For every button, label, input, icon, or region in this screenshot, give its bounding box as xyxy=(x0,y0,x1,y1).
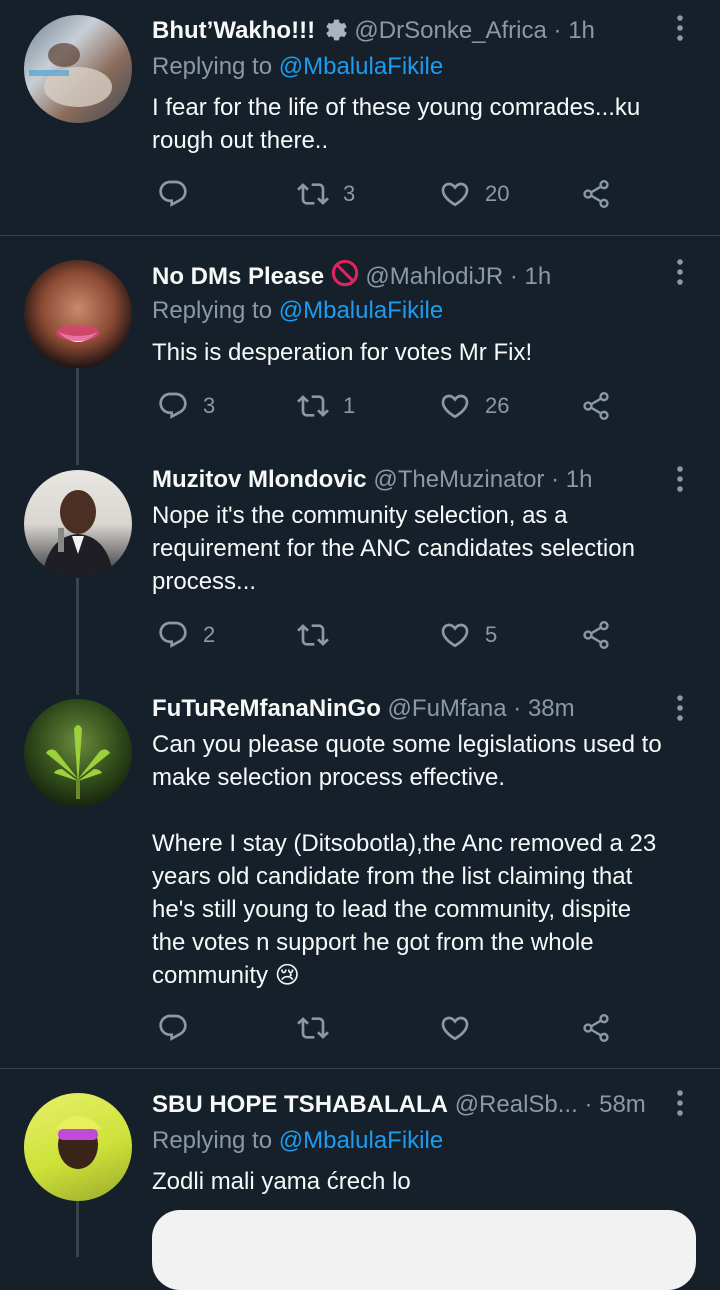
retweet-icon xyxy=(297,619,329,651)
tweet[interactable]: Muzitov Mlondovic @TheMuzinator · 1h Nop… xyxy=(0,455,720,685)
retweet-icon xyxy=(297,178,329,210)
like-button[interactable]: 26 xyxy=(439,386,509,426)
reply-icon xyxy=(157,390,189,422)
like-count: 20 xyxy=(485,181,510,206)
share-icon xyxy=(580,619,612,651)
reply-button[interactable]: 2 xyxy=(157,615,215,655)
tweet[interactable]: FuTuReMfanaNinGo @FuMfana · 38m Can you … xyxy=(0,684,720,1068)
heart-icon xyxy=(439,619,471,651)
reply-icon xyxy=(157,178,189,210)
author-name[interactable]: SBU HOPE TSHABALALA xyxy=(152,1091,448,1118)
author-handle[interactable]: @MahlodiJR xyxy=(365,263,503,290)
tweet-actions xyxy=(152,1008,622,1048)
retweet-button[interactable] xyxy=(297,615,343,655)
share-icon xyxy=(580,178,612,210)
tweet-actions: 3 1 26 xyxy=(152,386,622,426)
more-vertical-icon[interactable] xyxy=(670,257,690,287)
heart-icon xyxy=(439,1012,471,1044)
timestamp[interactable]: · 1h xyxy=(551,466,592,493)
author-handle[interactable]: @RealSb... xyxy=(455,1091,578,1118)
replying-prefix: Replying to xyxy=(152,1127,279,1154)
tweet[interactable]: Bhut’Wakho!!! @DrSonke_Africa · 1h Reply… xyxy=(0,0,720,235)
author-name[interactable]: FuTuReMfanaNinGo xyxy=(152,695,381,722)
heart-icon xyxy=(439,390,471,422)
retweet-button[interactable]: 1 xyxy=(297,386,355,426)
author-handle[interactable]: @TheMuzinator xyxy=(373,466,544,493)
reply-icon xyxy=(157,1012,189,1044)
reply-button[interactable]: 3 xyxy=(157,386,215,426)
mention-link[interactable]: @MbalulaFikile xyxy=(279,297,443,324)
more-vertical-icon[interactable] xyxy=(670,13,690,43)
avatar[interactable] xyxy=(24,699,132,807)
retweet-icon xyxy=(297,1012,329,1044)
more-vertical-icon[interactable] xyxy=(670,1088,690,1118)
replying-to: Replying to @MbalulaFikile xyxy=(152,296,443,326)
timestamp[interactable]: · 1h xyxy=(510,263,551,290)
avatar[interactable] xyxy=(24,1093,132,1201)
mention-link[interactable]: @MbalulaFikile xyxy=(279,1127,443,1154)
replying-to: Replying to @MbalulaFikile xyxy=(152,52,443,82)
like-count: 26 xyxy=(485,393,510,418)
author-name[interactable]: Bhut’Wakho!!! xyxy=(152,17,315,44)
author-handle[interactable]: @DrSonke_Africa xyxy=(354,17,546,44)
tweet-text: Nope it's the community selection, as a … xyxy=(152,502,635,595)
reply-button[interactable] xyxy=(157,1008,203,1048)
share-button[interactable] xyxy=(580,174,612,214)
heart-icon xyxy=(439,178,471,210)
more-vertical-icon[interactable] xyxy=(670,693,690,723)
avatar[interactable] xyxy=(24,15,132,123)
tweet-actions: 3 20 xyxy=(152,174,622,214)
reply-icon xyxy=(157,619,189,651)
replying-prefix: Replying to xyxy=(152,297,279,324)
mention-link[interactable]: @MbalulaFikile xyxy=(279,53,443,80)
share-button[interactable] xyxy=(580,1008,612,1048)
tweet-text: Can you please quote some legislations u… xyxy=(152,731,662,989)
author-name[interactable]: Muzitov Mlondovic xyxy=(152,466,367,493)
tweet-text: I fear for the life of these young comra… xyxy=(152,94,641,154)
reply-count: 2 xyxy=(203,622,216,647)
retweet-button[interactable] xyxy=(297,1008,343,1048)
share-icon xyxy=(580,1012,612,1044)
reply-button[interactable] xyxy=(157,174,203,214)
share-button[interactable] xyxy=(580,615,612,655)
tweet-text: This is desperation for votes Mr Fix! xyxy=(152,339,533,366)
like-count: 5 xyxy=(485,622,498,647)
like-button[interactable]: 20 xyxy=(439,174,509,214)
like-button[interactable] xyxy=(439,1008,485,1048)
share-icon xyxy=(580,390,612,422)
reply-count: 3 xyxy=(203,393,216,418)
author-handle[interactable]: @FuMfana xyxy=(388,695,507,722)
retweet-count: 1 xyxy=(343,393,356,418)
author-name[interactable]: No DMs Please xyxy=(152,263,324,290)
share-button[interactable] xyxy=(580,386,612,426)
timestamp[interactable]: · 38m xyxy=(513,695,574,722)
avatar[interactable] xyxy=(24,470,132,578)
gear-icon xyxy=(326,19,347,41)
tweet-actions: 2 5 xyxy=(152,615,622,655)
avatar[interactable] xyxy=(24,260,132,368)
media-preview[interactable] xyxy=(152,1210,696,1290)
retweet-button[interactable]: 3 xyxy=(297,174,355,214)
more-vertical-icon[interactable] xyxy=(670,464,690,494)
tweet-text: Zodli mali yama ćrech lo xyxy=(152,1168,411,1195)
retweet-icon xyxy=(297,390,329,422)
replying-prefix: Replying to xyxy=(152,53,279,80)
like-button[interactable]: 5 xyxy=(439,615,497,655)
timestamp[interactable]: · 58m xyxy=(584,1091,645,1118)
retweet-count: 3 xyxy=(343,181,356,206)
no-entry-icon xyxy=(331,259,358,287)
tweet[interactable]: No DMs Please @MahlodiJR · 1h Replying t… xyxy=(0,236,720,454)
timestamp[interactable]: · 1h xyxy=(554,17,595,44)
replying-to: Replying to @MbalulaFikile xyxy=(152,1126,443,1156)
